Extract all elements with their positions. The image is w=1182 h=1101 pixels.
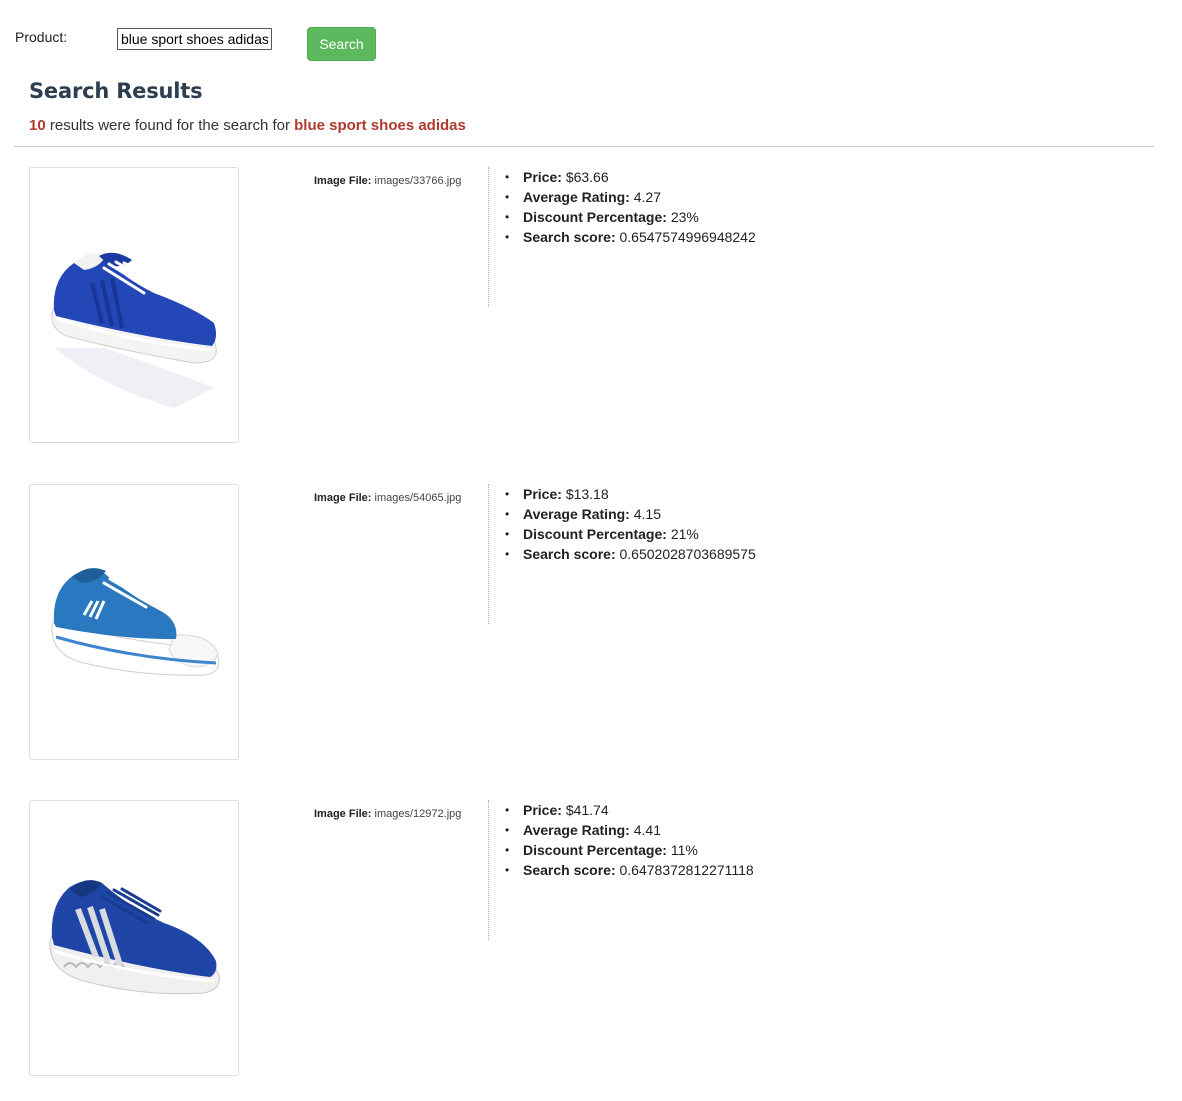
price-item: • Price: $13.18 (505, 485, 756, 505)
bullet-icon: • (505, 527, 510, 541)
bullet-icon: • (505, 190, 510, 204)
price-label: Price: (523, 169, 562, 185)
result-item: Image File: images/54065.jpg • Price: $13… (0, 484, 1182, 764)
rating-label: Average Rating: (523, 506, 630, 522)
blue-canvas-adidas-shoe-photo (51, 568, 220, 676)
search-form: Product: Search (15, 27, 415, 61)
image-file-path: images/54065.jpg (374, 492, 462, 504)
rating-item: • Average Rating: 4.15 (505, 505, 756, 525)
discount-value: 21% (670, 526, 699, 542)
results-count: 10 (29, 117, 46, 134)
image-file-label: Image File: (314, 808, 372, 820)
results-summary-text: results were found for the search for (45, 117, 295, 134)
bullet-icon: • (505, 823, 510, 837)
bullet-icon: • (505, 803, 510, 817)
score-label: Search score: (523, 229, 616, 245)
search-button[interactable]: Search (307, 27, 376, 61)
image-file-label: Image File: (314, 175, 372, 187)
rating-item: • Average Rating: 4.27 (505, 188, 756, 208)
discount-item: • Discount Percentage: 21% (505, 525, 756, 545)
product-attributes: • Price: $13.18 • Average Rating: 4.15 • Di… (505, 485, 756, 565)
bullet-icon: • (505, 863, 510, 877)
bullet-icon: • (505, 843, 510, 857)
price-item: • Price: $63.66 (505, 168, 756, 188)
discount-label: Discount Percentage: (523, 209, 667, 225)
blue-adidas-sneaker-photo (51, 252, 217, 408)
product-attributes: • Price: $63.66 • Average Rating: 4.27 • Di… (505, 168, 756, 248)
image-file-path: images/33766.jpg (374, 175, 462, 187)
result-item: Image File: images/33766.jpg • Price: $63… (0, 167, 1182, 447)
price-label: Price: (523, 486, 562, 502)
price-label: Price: (523, 802, 562, 818)
rating-label: Average Rating: (523, 189, 630, 205)
score-item: • Search score: 0.6547574996948242 (505, 228, 756, 248)
product-search-input[interactable] (117, 28, 272, 50)
results-title: Search Results (29, 79, 203, 103)
column-separator (488, 484, 489, 624)
rating-label: Average Rating: (523, 822, 630, 838)
results-divider (14, 146, 1154, 147)
discount-value: 11% (670, 842, 698, 858)
score-value: 0.6478372812271118 (619, 862, 754, 878)
product-image-thumbnail[interactable] (29, 167, 239, 443)
price-value: $13.18 (565, 486, 609, 502)
rating-value: 4.41 (633, 822, 661, 838)
product-image-thumbnail[interactable] (29, 800, 239, 1076)
image-file-info: Image File: images/54065.jpg (314, 492, 461, 504)
score-value: 0.6547574996948242 (619, 229, 756, 245)
rating-value: 4.15 (633, 506, 661, 522)
discount-item: • Discount Percentage: 23% (505, 208, 756, 228)
rating-item: • Average Rating: 4.41 (505, 821, 754, 841)
product-image-thumbnail[interactable] (29, 484, 239, 760)
blue-adidas-running-shoe-photo (49, 880, 220, 995)
price-item: • Price: $41.74 (505, 801, 754, 821)
score-item: • Search score: 0.6502028703689575 (505, 545, 756, 565)
discount-label: Discount Percentage: (523, 526, 667, 542)
column-separator (488, 167, 489, 307)
discount-label: Discount Percentage: (523, 842, 667, 858)
image-file-info: Image File: images/12972.jpg (314, 808, 461, 820)
bullet-icon: • (505, 487, 510, 501)
product-label: Product: (15, 29, 68, 45)
discount-item: • Discount Percentage: 11% (505, 841, 754, 861)
bullet-icon: • (505, 210, 510, 224)
score-value: 0.6502028703689575 (619, 546, 756, 562)
bullet-icon: • (505, 170, 510, 184)
score-label: Search score: (523, 546, 616, 562)
discount-value: 23% (670, 209, 699, 225)
price-value: $41.74 (565, 802, 609, 818)
product-attributes: • Price: $41.74 • Average Rating: 4.41 • Di… (505, 801, 754, 881)
image-file-path: images/12972.jpg (374, 808, 462, 820)
score-item: • Search score: 0.6478372812271118 (505, 861, 754, 881)
bullet-icon: • (505, 547, 510, 561)
image-file-label: Image File: (314, 492, 372, 504)
results-query: blue sport shoes adidas (294, 117, 466, 134)
image-file-info: Image File: images/33766.jpg (314, 175, 461, 187)
price-value: $63.66 (565, 169, 609, 185)
bullet-icon: • (505, 507, 510, 521)
bullet-icon: • (505, 230, 510, 244)
rating-value: 4.27 (633, 189, 661, 205)
result-item: Image File: images/12972.jpg • Price: $41… (0, 800, 1182, 1080)
column-separator (488, 800, 489, 940)
results-summary: 10 results were found for the search for… (29, 117, 466, 134)
score-label: Search score: (523, 862, 616, 878)
